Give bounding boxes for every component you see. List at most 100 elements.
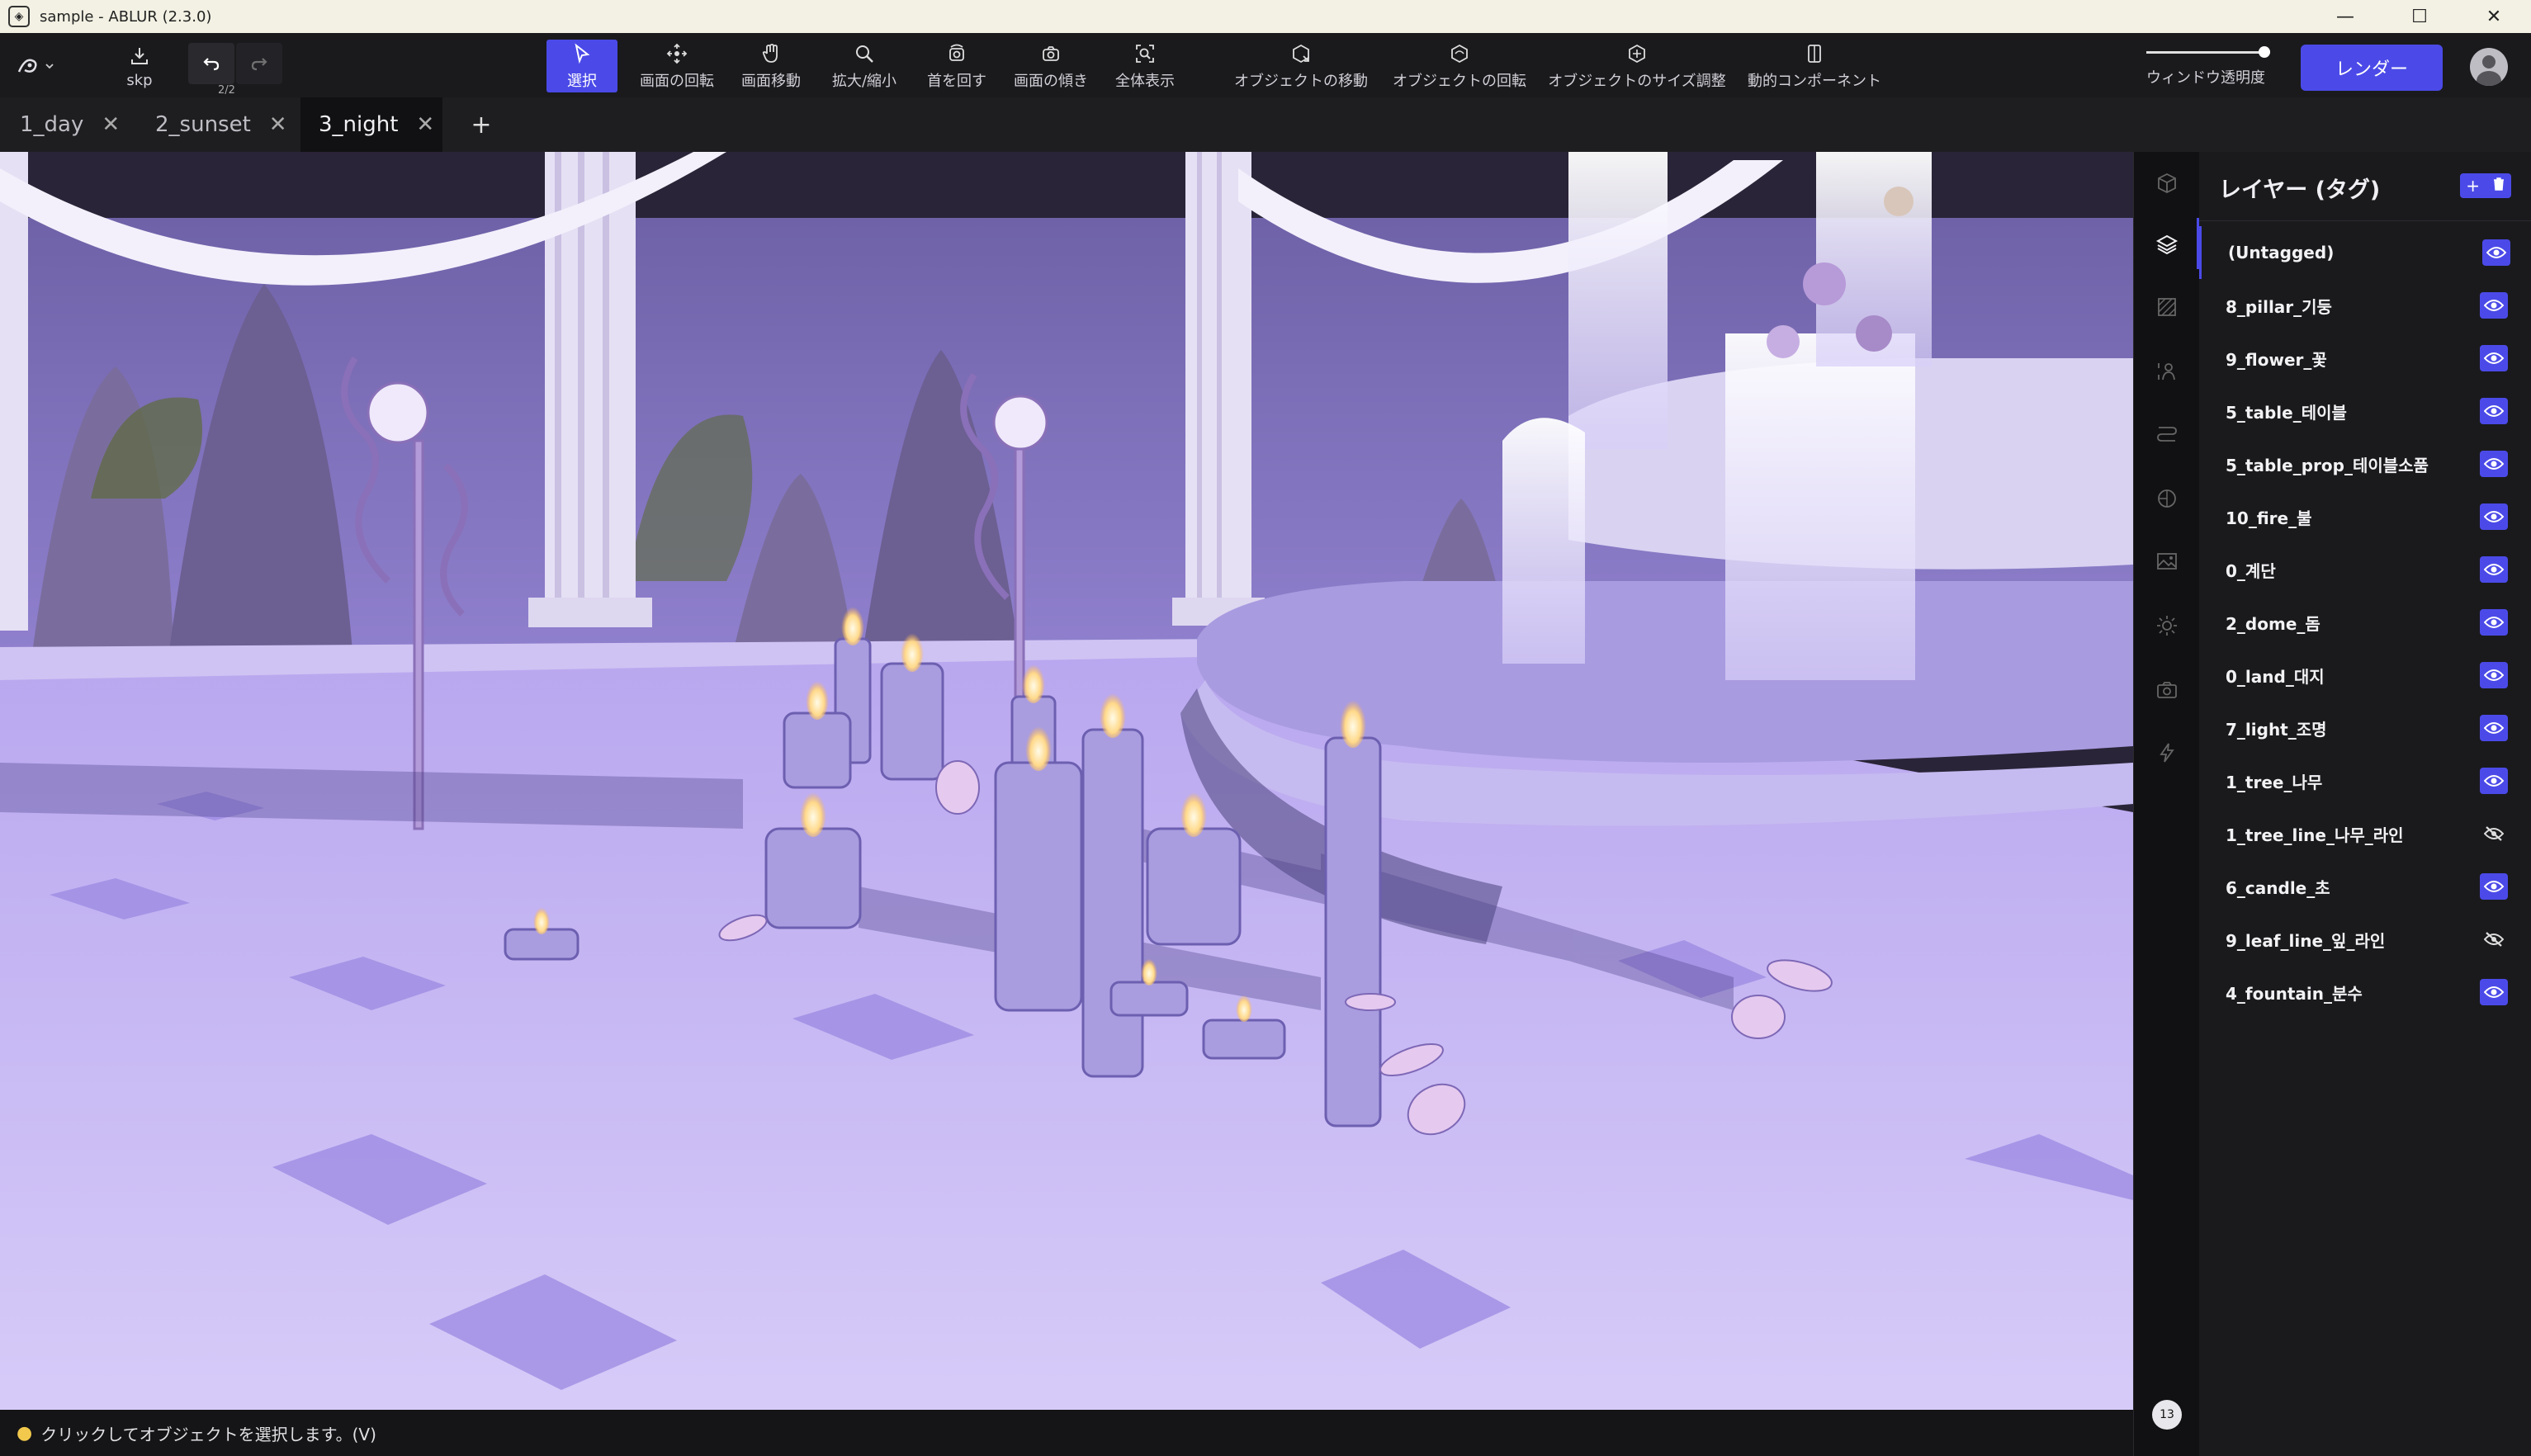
rail-item-people[interactable] [2154,358,2180,385]
cube-icon [2158,173,2176,194]
close-icon[interactable]: ✕ [269,112,287,137]
eye-icon[interactable] [2480,398,2508,424]
layer-row[interactable]: 0_land_대지 [2199,649,2531,702]
eye-icon[interactable] [2480,345,2508,371]
tab-2-sunset[interactable]: 2_sunset ✕ [135,97,300,152]
layer-name: 10_fire_불 [2226,508,2312,528]
eye-icon[interactable] [2480,292,2508,319]
close-icon[interactable]: ✕ [2457,0,2531,33]
magnifier-icon [856,45,873,63]
layer-row[interactable]: 5_table_테이블 [2199,385,2531,437]
rail-item-camera[interactable] [2154,677,2180,703]
rail-item-effects[interactable] [2154,740,2180,766]
eye-off-icon[interactable] [2480,926,2508,953]
rail-item-lighting[interactable] [2154,612,2180,639]
eye-icon[interactable] [2480,662,2508,688]
layer-row[interactable]: 9_leaf_line_잎_라인 [2199,913,2531,966]
window-title: sample - ABLUR (2.3.0) [40,7,212,26]
eye-icon[interactable] [2480,451,2508,477]
layer-row[interactable]: 8_pillar_기둥 [2199,279,2531,332]
add-layer-button[interactable]: + [2466,176,2480,196]
eye-icon[interactable] [2480,715,2508,741]
component-icon [1808,45,1821,63]
rail-item-paths[interactable] [2154,421,2180,447]
layer-row[interactable]: 9_flower_꽃 [2199,332,2531,385]
eye-icon[interactable] [2480,873,2508,900]
render-button[interactable]: レンダー [2301,45,2443,91]
layer-row[interactable]: 0_계단 [2199,543,2531,596]
rail-item-materials[interactable] [2154,294,2180,320]
chat-badge[interactable]: 13 [2152,1400,2182,1430]
tool-rotate-view[interactable]: 画面の回転 [636,40,718,92]
image-icon [2157,553,2177,570]
tool-move-object[interactable]: オブジェクトの移動 [1233,40,1369,92]
eye-icon[interactable] [2480,979,2508,1005]
layer-row[interactable]: 1_tree_나무 [2199,754,2531,807]
title-bar: ◈ sample - ABLUR (2.3.0) — ☐ ✕ [0,0,2531,33]
import-skp-button[interactable]: skp [122,40,157,92]
scene-render[interactable] [0,152,2133,1410]
tool-dynamic-component[interactable]: 動的コンポーネント [1745,40,1884,92]
tool-turn-head[interactable]: 首を回す [923,40,991,92]
head-turn-icon [949,44,964,61]
tool-fit-all-label: 全体表示 [1115,73,1175,90]
rail-item-environment[interactable] [2154,485,2180,512]
redo-button[interactable] [236,43,282,84]
layer-row[interactable]: 2_dome_돔 [2199,596,2531,649]
minimize-icon[interactable]: — [2308,0,2382,33]
layer-row[interactable]: 5_table_prop_테이블소품 [2199,437,2531,490]
layer-name: 5_table_prop_테이블소품 [2226,455,2429,475]
rail-item-images[interactable] [2154,548,2180,574]
transparency-label: ウィンドウ透明度 [2146,69,2265,87]
eye-icon[interactable] [2480,556,2508,583]
tool-rotate-object[interactable]: オブジェクトの回転 [1392,40,1527,92]
tool-select[interactable]: 選択 [546,40,617,92]
tab-label: 2_sunset [155,112,251,137]
maximize-icon[interactable]: ☐ [2382,0,2457,33]
undo-button[interactable] [188,43,234,84]
rail-item-objects[interactable] [2154,170,2180,196]
layer-row[interactable]: 6_candle_초 [2199,860,2531,913]
tool-scale-object[interactable]: オブジェクトのサイズ調整 [1545,40,1729,92]
sphere-icon [2158,489,2176,508]
close-icon[interactable]: ✕ [102,112,120,137]
3d-viewport[interactable] [0,152,2133,1410]
eye-icon[interactable] [2480,609,2508,636]
layer-name: 2_dome_돔 [2226,613,2320,634]
layer-row[interactable]: (Untagged) [2199,226,2531,279]
tool-turn-head-label: 首を回す [927,73,986,90]
eye-icon[interactable] [2480,503,2508,530]
tool-pan-view[interactable]: 画面移動 [736,40,806,92]
layer-name: 6_candle_초 [2226,877,2330,898]
tab-label: 1_day [20,112,84,137]
close-icon[interactable]: ✕ [416,112,434,137]
tab-3-night[interactable]: 3_night ✕ [300,97,442,152]
trash-icon [2493,177,2504,191]
tool-scale-object-label: オブジェクトのサイズ調整 [1548,73,1726,90]
fit-view-icon [1136,45,1154,63]
layer-row[interactable]: 10_fire_불 [2199,490,2531,543]
status-bar: ● クリックしてオブジェクトを選択します。(V) [0,1410,2133,1456]
layer-name: 1_tree_나무 [2226,772,2323,792]
transparency-slider-handle[interactable] [2258,46,2270,58]
user-avatar[interactable] [2470,48,2508,86]
eye-icon[interactable] [2482,239,2510,266]
status-hint: クリックしてオブジェクトを選択します。(V) [40,1424,376,1444]
eye-icon[interactable] [2480,768,2508,794]
rail-item-layers[interactable] [2154,231,2180,258]
tool-tilt-view[interactable]: 画面の傾き [1012,40,1090,92]
app-menu-button[interactable] [17,51,63,81]
layer-row[interactable]: 4_fountain_분수 [2199,966,2531,1019]
add-tab-button[interactable]: + [469,97,494,152]
tool-zoom[interactable]: 拡大/縮小 [829,40,900,92]
delete-layer-button[interactable] [2492,176,2505,196]
tab-label: 3_night [319,112,399,137]
layer-row[interactable]: 7_light_조명 [2199,702,2531,754]
tool-rotate-view-label: 画面の回転 [640,73,714,90]
layer-row[interactable]: 1_tree_line_나무_라인 [2199,807,2531,860]
layer-name: 8_pillar_기둥 [2226,296,2332,317]
layer-name: 0_계단 [2226,560,2276,581]
tool-fit-all[interactable]: 全体表示 [1114,40,1176,92]
tab-1-day[interactable]: 1_day ✕ [0,97,135,152]
eye-off-icon[interactable] [2480,820,2508,847]
